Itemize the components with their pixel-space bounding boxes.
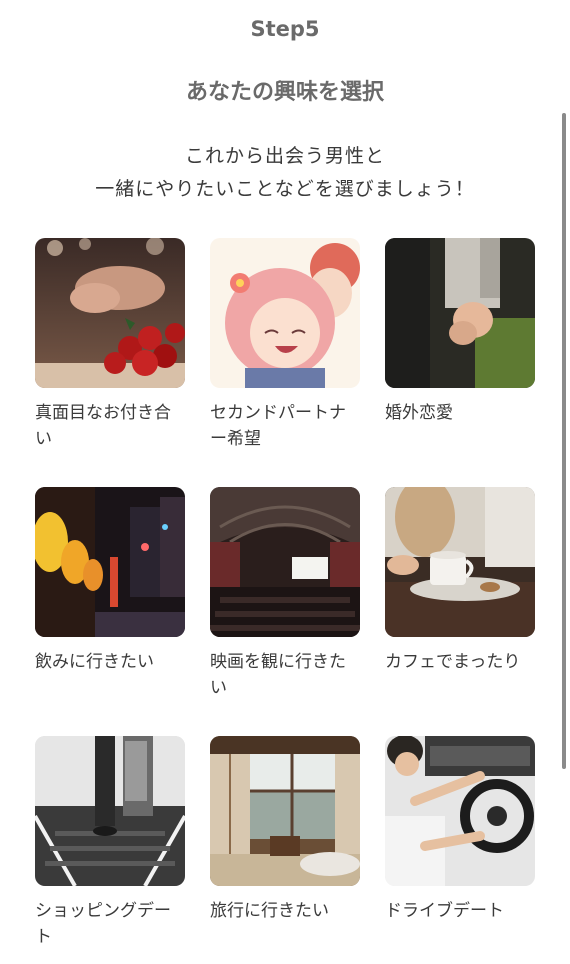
interest-cafe[interactable]: カフェでまったり	[385, 487, 535, 675]
driving-car-photo	[385, 736, 535, 886]
japanese-inn-room-photo	[210, 736, 360, 886]
interest-label: セカンドパートナー希望	[210, 403, 346, 449]
movie-theater-photo	[210, 487, 360, 637]
interest-label: 旅行に行きたい	[210, 901, 329, 921]
scrollbar[interactable]	[562, 113, 566, 769]
interest-drinking[interactable]: 飲みに行きたい	[35, 487, 185, 675]
escalator-shopping-photo	[35, 736, 185, 886]
interest-label: 婚外恋愛	[385, 403, 453, 423]
subtitle-line-2: 一緒にやりたいことなどを選びましょう！	[95, 178, 475, 200]
interest-second-partner[interactable]: セカンドパートナー希望	[210, 238, 360, 452]
interest-serious-relationship[interactable]: 真面目なお付き合い	[35, 238, 185, 452]
interest-label: 映画を観に行きたい	[210, 652, 346, 698]
holding-hands-photo	[385, 238, 535, 388]
step-indicator: Step5	[250, 17, 320, 41]
interest-selection-page: Step5 あなたの興味を選択 これから出会う男性と 一緒にやりたいことなどを選…	[0, 0, 570, 964]
page-title: あなたの興味を選択	[185, 80, 384, 105]
interest-label: カフェでまったり	[385, 652, 521, 672]
interest-extramarital-romance[interactable]: 婚外恋愛	[385, 238, 535, 426]
roses-holding-hands-photo	[35, 238, 185, 388]
interest-drive[interactable]: ドライブデート	[385, 736, 535, 924]
coffee-cup-photo	[385, 487, 535, 637]
interest-shopping[interactable]: ショッピングデート	[35, 736, 185, 950]
interest-label: 飲みに行きたい	[35, 652, 154, 672]
interest-travel[interactable]: 旅行に行きたい	[210, 736, 360, 924]
subtitle-line-1: これから出会う男性と	[184, 145, 385, 167]
anime-couple-illustration	[210, 238, 360, 388]
interest-label: ドライブデート	[385, 901, 504, 921]
interest-movies[interactable]: 映画を観に行きたい	[210, 487, 360, 701]
interest-label: ショッピングデート	[35, 901, 171, 947]
night-alley-lanterns-photo	[35, 487, 185, 637]
interest-label: 真面目なお付き合い	[35, 403, 171, 449]
